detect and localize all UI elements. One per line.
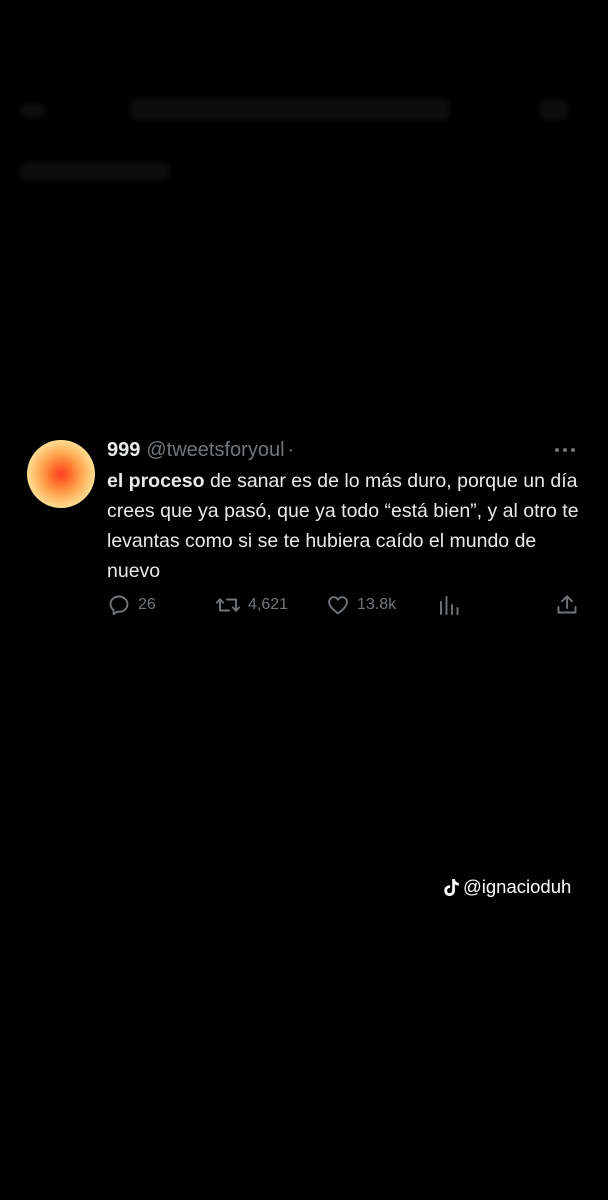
- tweet-text: el proceso de sanar es de lo más duro, p…: [107, 466, 587, 586]
- separator-dot: ·: [287, 439, 295, 461]
- tweet-body: 999 @tweetsforyoul · el proceso de sanar…: [107, 436, 587, 615]
- user-handle[interactable]: @tweetsforyoul: [146, 436, 284, 464]
- tweet-text-bold: el proceso: [107, 470, 205, 492]
- watermark-username: @ignacioduh: [463, 876, 572, 897]
- like-count: 13.8k: [357, 596, 397, 613]
- retweet-count: 4,621: [248, 596, 289, 613]
- like-button[interactable]: 13.8k: [326, 592, 396, 618]
- reply-icon: [109, 595, 129, 615]
- tweet-header: 999 @tweetsforyoul ·: [107, 436, 587, 464]
- retweet-button[interactable]: 4,621: [215, 592, 288, 618]
- views-button[interactable]: [438, 592, 460, 618]
- reply-button[interactable]: 26: [107, 592, 156, 618]
- more-options-button[interactable]: [553, 439, 577, 461]
- share-button[interactable]: [555, 592, 579, 618]
- tiktok-watermark: @ignacioduh: [443, 874, 571, 900]
- views-chart-icon: [440, 596, 459, 615]
- tiktok-logo-icon: [443, 878, 460, 897]
- retweet-icon: [215, 598, 241, 612]
- display-name[interactable]: 999: [107, 436, 140, 464]
- heart-icon: [328, 596, 348, 615]
- avatar[interactable]: [27, 440, 95, 508]
- tweet-actions: 26 4,621 13.8k: [107, 592, 587, 618]
- reply-count: 26: [138, 596, 156, 613]
- more-dots-icon: [555, 448, 575, 452]
- share-icon: [557, 595, 577, 614]
- ghost-header-remnant: [20, 92, 580, 202]
